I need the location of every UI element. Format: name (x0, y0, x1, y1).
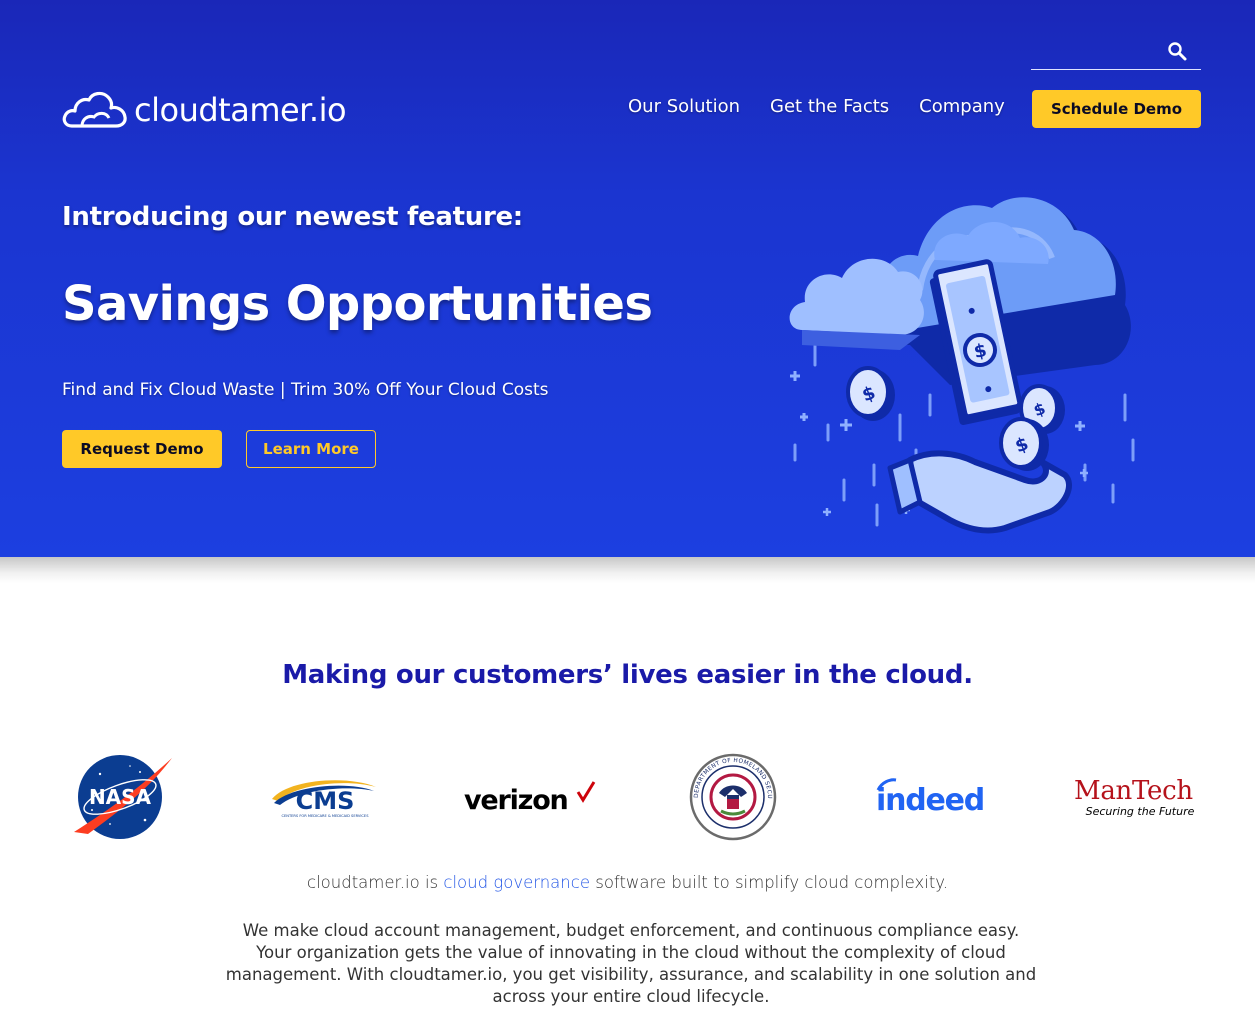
customers-heading: Making our customers’ lives easier in th… (282, 660, 973, 690)
hero-subtitle: Find and Fix Cloud Waste | Trim 30% Off … (62, 380, 549, 400)
indeed-logo: indeed (872, 774, 1002, 820)
nasa-logo: NASA (70, 752, 176, 842)
mantech-logo-icon: ManTech Securing the Future (1074, 776, 1195, 818)
hero-shadow (0, 557, 1255, 583)
cloud-savings-illustration: $ $ $ $ (789, 197, 1135, 534)
verizon-wordmark: verizon (464, 785, 568, 816)
about-lead-prefix: cloudtamer.io is (307, 873, 444, 892)
brand-logo[interactable]: cloudtamer.io (62, 88, 347, 132)
cloud-logo-icon (62, 91, 127, 128)
mantech-tagline: Securing the Future (1086, 805, 1195, 818)
dhs-seal-icon: U.S. DEPARTMENT OF HOMELAND SECURITY (689, 753, 777, 841)
mantech-wordmark: ManTech (1074, 776, 1193, 806)
about-lead: cloudtamer.io is cloud governance softwa… (0, 873, 1255, 892)
cms-logo-icon: CMS CENTERS FOR MEDICARE & MEDICAID SERV… (272, 780, 376, 818)
cloud-governance-link[interactable]: cloud governance (443, 873, 590, 892)
brand-name: cloudtamer.io (134, 91, 347, 129)
main-nav: Our Solution Get the Facts Company (628, 96, 1035, 117)
cms-tagline: CENTERS FOR MEDICARE & MEDICAID SERVICES (282, 814, 370, 818)
nav-get-the-facts[interactable]: Get the Facts (770, 96, 889, 117)
verizon-logo: verizon (460, 778, 600, 818)
indeed-logo-icon: indeed (876, 778, 985, 818)
indeed-wordmark: indeed (876, 783, 984, 818)
mantech-logo: ManTech Securing the Future (1070, 772, 1212, 822)
request-demo-button[interactable]: Request Demo (62, 430, 222, 468)
hero-title: Savings Opportunities (62, 276, 653, 332)
verizon-logo-icon: verizon (464, 781, 596, 816)
nav-our-solution[interactable]: Our Solution (628, 96, 740, 117)
schedule-demo-button[interactable]: Schedule Demo (1032, 90, 1201, 128)
nasa-wordmark: NASA (89, 785, 152, 809)
hero-banner: cloudtamer.io Our Solution Get the Facts… (0, 0, 1255, 557)
cms-logo: CMS CENTERS FOR MEDICARE & MEDICAID SERV… (268, 773, 382, 821)
learn-more-button[interactable]: Learn More (246, 430, 376, 468)
nav-company[interactable]: Company (919, 96, 1005, 117)
about-paragraph: We make cloud account management, budget… (225, 921, 1037, 1006)
search-icon[interactable] (1166, 40, 1188, 62)
cms-wordmark: CMS (296, 787, 355, 815)
search-input[interactable] (1031, 40, 1161, 66)
about-lead-suffix: software built to simplify cloud complex… (589, 873, 948, 892)
dhs-seal: U.S. DEPARTMENT OF HOMELAND SECURITY (689, 753, 777, 841)
nasa-logo-icon: NASA (74, 755, 172, 839)
hero-kicker: Introducing our newest feature: (62, 202, 523, 232)
